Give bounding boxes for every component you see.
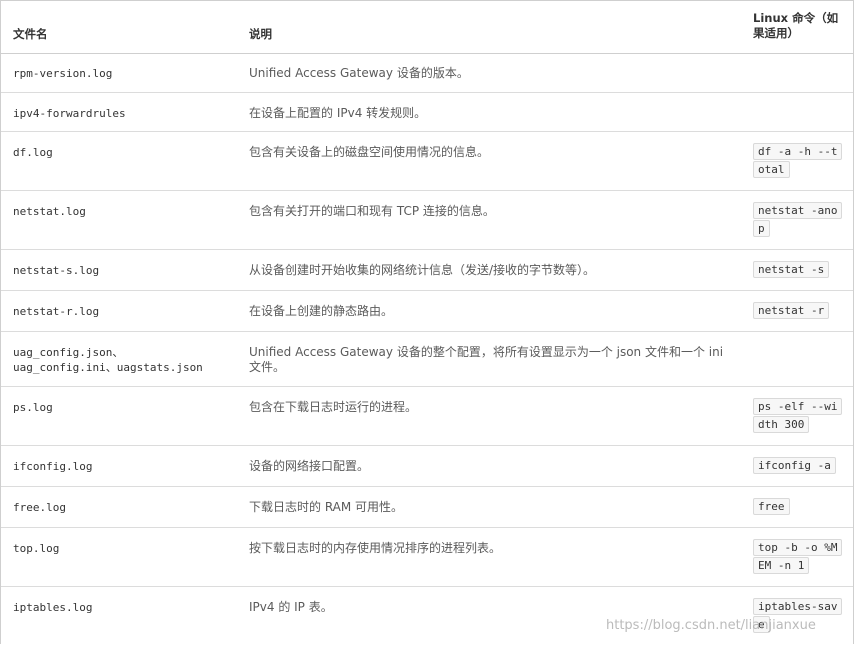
file-name-cell: uag_config.json、 uag_config.ini、uagstats…	[13, 346, 203, 374]
watermark-url: https://blog.csdn.net/lianjianxue	[606, 618, 816, 633]
table-row: top.log 按下载日志时的内存使用情况排序的进程列表。 top -b -o %M…	[1, 528, 853, 587]
header-description: 说明	[249, 27, 272, 41]
file-name-cell: ifconfig.log	[13, 460, 93, 473]
file-name-cell: netstat-r.log	[13, 305, 100, 318]
description-cell: 包含有关设备上的磁盘空间使用情况的信息。	[249, 145, 490, 159]
file-name-cell: free.log	[13, 501, 66, 514]
description-cell: 下载日志时的 RAM 可用性。	[249, 500, 404, 514]
table-row: iptables.log IPv4 的 IP 表。 iptables-save	[1, 587, 853, 646]
description-cell: 在设备上创建的静态路由。	[249, 304, 394, 318]
command-cell: ifconfig -a	[753, 457, 839, 475]
table-row: netstat-s.log 从设备创建时开始收集的网络统计信息（发送/接收的字节数…	[1, 250, 853, 291]
header-file-name: 文件名	[13, 27, 48, 41]
file-name-cell: df.log	[13, 146, 53, 159]
table-row: uag_config.json、 uag_config.ini、uagstats…	[1, 332, 853, 387]
command-cell: netstat -anop	[753, 202, 843, 238]
table-row: ps.log 包含在下载日志时运行的进程。 ps -elf --width 300	[1, 387, 853, 446]
description-cell: 从设备创建时开始收集的网络统计信息（发送/接收的字节数等）。	[249, 263, 596, 277]
command-cell: netstat -s	[753, 261, 839, 279]
command-cell: ps -elf --width 300	[753, 398, 843, 434]
file-table: 文件名 说明 Linux 命令（如果适用） rpm-version.log Uni…	[0, 0, 854, 644]
command-code: netstat -s	[753, 261, 830, 278]
description-cell: 包含有关打开的端口和现有 TCP 连接的信息。	[249, 204, 495, 218]
command-cell: df -a -h --total	[753, 143, 843, 179]
table-row: netstat.log 包含有关打开的端口和现有 TCP 连接的信息。 netsta…	[1, 191, 853, 250]
file-name-cell: top.log	[13, 542, 60, 555]
file-name-cell: ipv4-forwardrules	[13, 107, 126, 120]
table-row: ifconfig.log 设备的网络接口配置。 ifconfig -a	[1, 446, 853, 487]
command-code: df -a -h --total	[753, 143, 843, 178]
command-cell: free	[753, 498, 839, 516]
header-linux-command: Linux 命令（如果适用）	[753, 11, 839, 40]
table-row: netstat-r.log 在设备上创建的静态路由。 netstat -r	[1, 291, 853, 332]
table-row: ipv4-forwardrules 在设备上配置的 IPv4 转发规则。	[1, 93, 853, 132]
description-cell: 按下载日志时的内存使用情况排序的进程列表。	[249, 541, 502, 555]
file-name-cell: rpm-version.log	[13, 67, 113, 80]
description-cell: 包含在下载日志时运行的进程。	[249, 400, 418, 414]
command-code: netstat -anop	[753, 202, 843, 237]
table-row: free.log 下载日志时的 RAM 可用性。 free	[1, 487, 853, 528]
file-name-cell: ps.log	[13, 401, 53, 414]
command-code: netstat -r	[753, 302, 830, 319]
command-code: ifconfig -a	[753, 457, 836, 474]
table-row: rpm-version.log Unified Access Gateway 设备…	[1, 53, 853, 93]
description-cell: Unified Access Gateway 设备的版本。	[249, 66, 469, 80]
command-code: free	[753, 498, 790, 515]
file-name-cell: netstat-s.log	[13, 264, 100, 277]
command-cell: top -b -o %MEM -n 1	[753, 539, 843, 575]
description-cell: 设备的网络接口配置。	[249, 459, 370, 473]
file-name-cell: iptables.log	[13, 601, 93, 614]
file-name-cell: netstat.log	[13, 205, 86, 218]
description-cell: 在设备上配置的 IPv4 转发规则。	[249, 106, 427, 120]
command-code: ps -elf --width 300	[753, 398, 843, 433]
description-cell: IPv4 的 IP 表。	[249, 600, 333, 614]
command-cell: netstat -r	[753, 302, 839, 320]
command-code: top -b -o %MEM -n 1	[753, 539, 843, 574]
description-cell: Unified Access Gateway 设备的整个配置，将所有设置显示为一…	[249, 345, 724, 374]
table-header: 文件名 说明 Linux 命令（如果适用）	[1, 1, 853, 54]
table-row: df.log 包含有关设备上的磁盘空间使用情况的信息。 df -a -h --tot…	[1, 132, 853, 191]
